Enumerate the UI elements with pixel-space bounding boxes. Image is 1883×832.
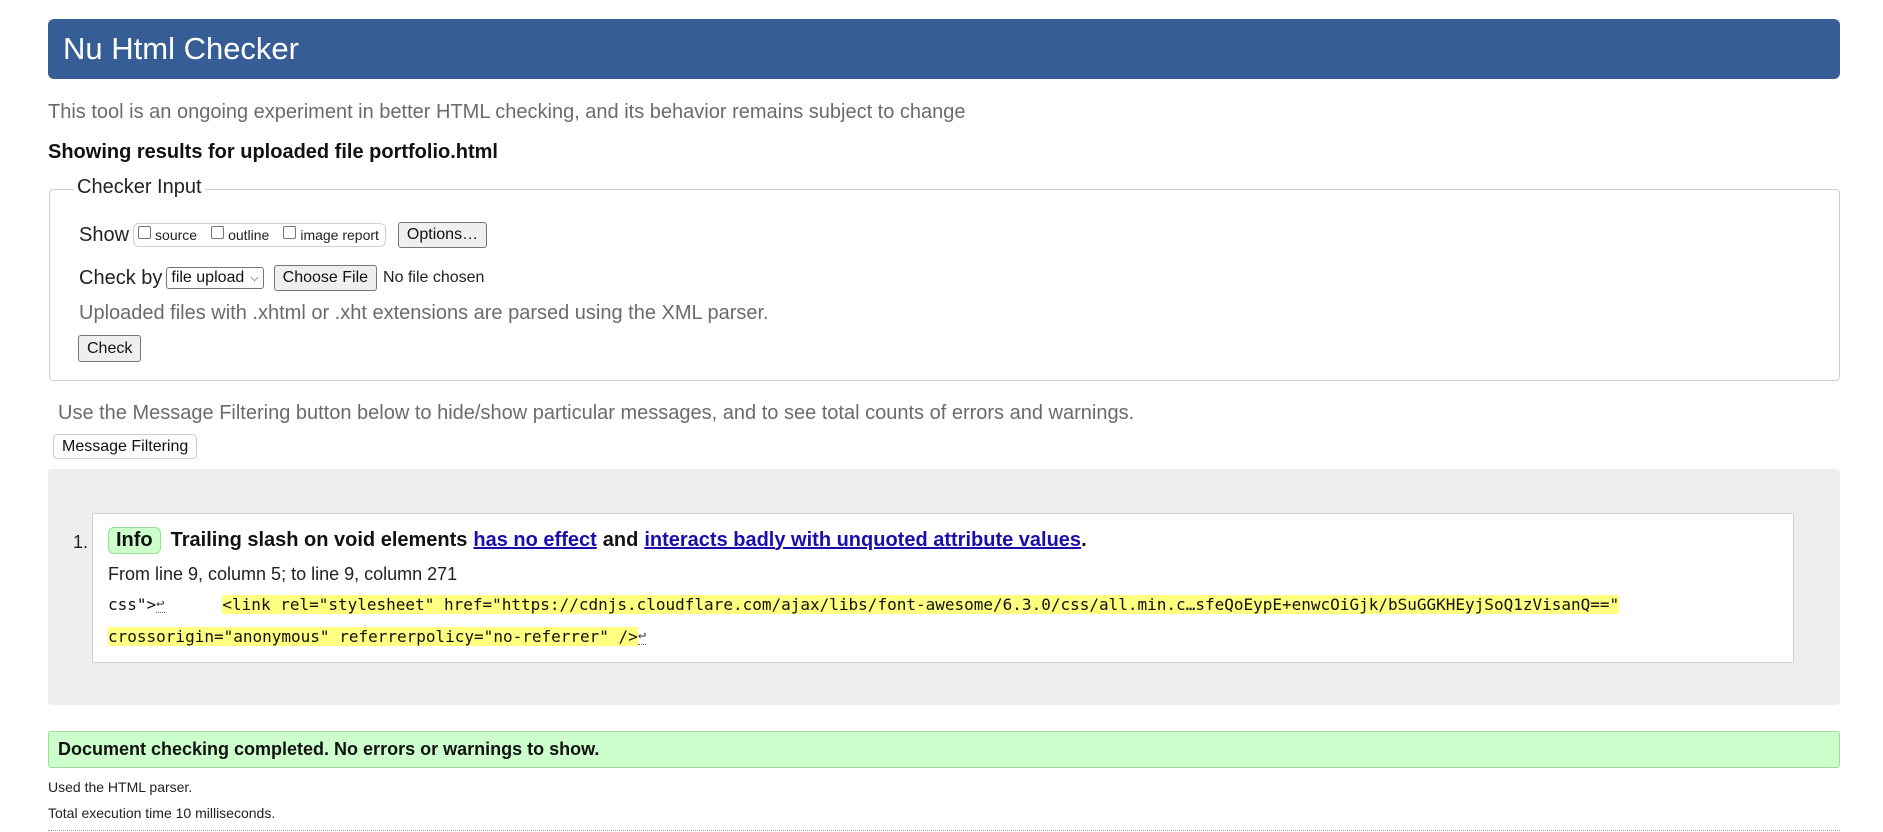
- results-heading: Showing results for uploaded file portfo…: [48, 141, 498, 163]
- page-header: Nu Html Checker: [48, 19, 1840, 79]
- check-button[interactable]: Check: [78, 335, 142, 362]
- message-number: 1.: [73, 532, 89, 552]
- show-image-report-option[interactable]: image report: [283, 225, 379, 243]
- check-by-row: Check by file upload ⌵ Choose File No fi…: [79, 265, 484, 291]
- show-outline-option[interactable]: outline: [211, 225, 270, 243]
- outline-checkbox[interactable]: [211, 225, 225, 239]
- options-button[interactable]: Options…: [397, 222, 488, 248]
- tagline: This tool is an ongoing experiment in be…: [48, 101, 966, 123]
- xml-parser-note: Uploaded files with .xhtml or .xht exten…: [79, 302, 769, 324]
- code-prefix: css">: [108, 595, 157, 614]
- message-summary: Info Trailing slash on void elements has…: [108, 526, 1087, 554]
- footer-divider: [48, 830, 1840, 831]
- show-source-option[interactable]: source: [138, 225, 198, 243]
- code-highlight-line1: <link rel="stylesheet" href="https://cdn…: [222, 595, 1620, 614]
- parser-info: Used the HTML parser.: [48, 779, 193, 795]
- success-banner: Document checking completed. No errors o…: [48, 731, 1840, 768]
- image-report-checkbox[interactable]: [283, 225, 297, 239]
- show-label: Show: [79, 223, 130, 246]
- code-extract-line1: css"> ↩ <link rel="stylesheet" href="http…: [108, 595, 1620, 614]
- execution-time: Total execution time 10 milliseconds.: [48, 805, 276, 821]
- return-icon: ↩: [156, 596, 165, 613]
- message-filtering-button[interactable]: Message Filtering: [53, 434, 198, 459]
- code-highlight-line2: crossorigin="anonymous" referrerpolicy="…: [108, 627, 638, 646]
- no-file-chosen-text: No file chosen: [383, 269, 485, 286]
- show-options-group: source outline image report: [133, 223, 386, 247]
- show-row: Show source outline image report Options…: [79, 222, 488, 248]
- image-report-label: image report: [300, 227, 379, 243]
- message-text-middle: and: [602, 528, 639, 551]
- source-label: source: [155, 227, 198, 243]
- message-text-start: Trailing slash on void elements: [170, 528, 468, 551]
- info-badge: Info: [108, 526, 161, 554]
- message-text-end: .: [1081, 528, 1087, 551]
- message-filtering-note: Use the Message Filtering button below t…: [58, 402, 1135, 424]
- chevron-down-icon: ⌵: [250, 271, 259, 284]
- message-location: From line 9, column 5; to line 9, column…: [108, 564, 458, 584]
- check-by-select[interactable]: file upload ⌵: [166, 267, 264, 289]
- outline-label: outline: [228, 227, 270, 243]
- unquoted-attribute-link[interactable]: interacts badly with unquoted attribute …: [644, 529, 1081, 552]
- checker-input-legend: Checker Input: [74, 176, 205, 199]
- page-title: Nu Html Checker: [63, 31, 299, 66]
- return-icon-end: ↩: [637, 628, 647, 645]
- code-extract-line2: crossorigin="anonymous" referrerpolicy="…: [108, 627, 647, 646]
- check-by-label: Check by: [79, 266, 163, 289]
- has-no-effect-link[interactable]: has no effect: [473, 529, 596, 552]
- source-checkbox[interactable]: [138, 225, 152, 239]
- check-by-selected-value: file upload: [171, 269, 245, 286]
- choose-file-button[interactable]: Choose File: [273, 265, 378, 291]
- page: Nu Html Checker This tool is an ongoing …: [0, 0, 1883, 832]
